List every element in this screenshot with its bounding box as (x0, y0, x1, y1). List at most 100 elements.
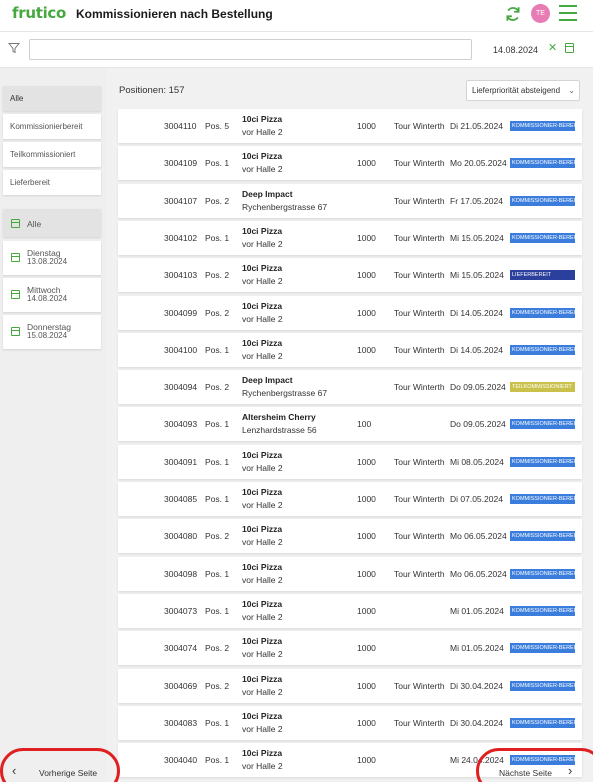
customer-name: 10ci Pizza (242, 636, 283, 647)
status-badge: KOMMISSIONIER-BEREIT (510, 717, 575, 728)
calendar-icon (11, 253, 20, 262)
customer-address: vor Halle 2 (242, 537, 283, 548)
quantity: 1000 (357, 680, 376, 691)
quantity: 1000 (357, 605, 376, 616)
sidebar-item-alle[interactable]: Alle (3, 86, 101, 111)
table-row[interactable]: 3004083 Pos. 1 10ci Pizza vor Halle 2 1000 To… (118, 705, 582, 740)
quantity: 1000 (357, 494, 376, 504)
sidebar-item-lieferbereit[interactable]: Lieferbereit (3, 170, 101, 195)
day-item-mittwoch[interactable]: Mittwoch 14.08.2024 (3, 278, 101, 312)
avatar[interactable]: TE (531, 4, 550, 23)
position-number: Pos. 1 (205, 344, 230, 355)
order-number: 3004103 (164, 270, 198, 281)
brand-logo[interactable]: frutico (12, 4, 66, 22)
filter-bar: 14.08.2024 ✕ (0, 32, 593, 68)
next-page-button[interactable]: Nächste Seite › (473, 760, 593, 782)
table-row[interactable]: 3004100 Pos. 1 10ci Pizza vor Halle 2 1000 To… (118, 332, 582, 367)
table-row[interactable]: 3004073 Pos. 1 10ci Pizza vor Halle 2 1000 Mi… (118, 593, 582, 628)
day-item-dienstag[interactable]: Dienstag 13.08.2024 (3, 241, 101, 275)
clear-date-icon[interactable]: ✕ (548, 42, 557, 54)
refresh-icon[interactable] (504, 5, 522, 23)
quantity: 1000 (357, 232, 376, 243)
position-number: Pos. 2 (205, 531, 230, 542)
delivery-date: Fr 17.05.2024 (450, 195, 503, 206)
order-number: 3004085 (164, 494, 198, 504)
tour-name: Tour Winterthur (394, 344, 445, 355)
sidebar-item-teilkommissioniert[interactable]: Teilkommissioniert (3, 142, 101, 167)
status-badge: KOMMISSIONIER-BEREIT (510, 195, 575, 206)
table-row[interactable]: 3004098 Pos. 1 10ci Pizza vor Halle 2 1000 To… (118, 556, 582, 591)
table-row[interactable]: 3004103 Pos. 2 10ci Pizza vor Halle 2 1000 To… (118, 258, 582, 293)
table-row[interactable]: 3004102 Pos. 1 10ci Pizza vor Halle 2 1000 To… (118, 220, 582, 255)
customer-name: Deep Impact (242, 188, 293, 199)
day-item-donnerstag[interactable]: Donnerstag 15.08.2024 (3, 315, 101, 349)
delivery-date: Di 14.05.2024 (450, 344, 503, 355)
hamburger-menu-icon[interactable] (559, 5, 577, 21)
tour-name: Tour Winterthur (394, 456, 445, 467)
customer-name: 10ci Pizza (242, 673, 283, 684)
customer-address: vor Halle 2 (242, 350, 283, 361)
previous-page-button[interactable]: ‹ Vorherige Seite (0, 760, 120, 782)
calendar-icon (11, 290, 20, 299)
calendar-icon[interactable] (565, 43, 574, 53)
previous-page-label: Vorherige Seite (39, 768, 98, 778)
customer-name: 10ci Pizza (242, 114, 283, 124)
delivery-date: Di 30.04.2024 (450, 680, 503, 691)
tour-name: Tour Winterthur (394, 232, 445, 243)
customer-address: vor Halle 2 (242, 276, 283, 287)
customer-address: vor Halle 2 (242, 611, 283, 622)
order-number: 3004100 (164, 344, 198, 355)
date-filter-value[interactable]: 14.08.2024 (493, 45, 538, 55)
customer-address: vor Halle 2 (242, 313, 283, 324)
day-item-alle[interactable]: Alle (3, 209, 101, 237)
quantity: 1000 (357, 531, 376, 542)
table-row[interactable]: 3004069 Pos. 2 10ci Pizza vor Halle 2 1000 To… (118, 668, 582, 703)
search-input[interactable] (29, 39, 472, 60)
table-row[interactable]: 3004099 Pos. 2 10ci Pizza vor Halle 2 1000 To… (118, 295, 582, 330)
status-badge: KOMMISSIONIER-BEREIT (510, 158, 575, 169)
customer-address: vor Halle 2 (242, 649, 283, 660)
quantity: 1000 (357, 307, 376, 318)
sidebar-item-kommissionierbereit[interactable]: Kommissionierbereit (3, 114, 101, 139)
delivery-date: Do 09.05.2024 (450, 382, 506, 393)
delivery-date: Do 09.05.2024 (450, 419, 506, 430)
sort-select[interactable]: Lieferpriorität absteigend ⌄ (466, 80, 580, 101)
position-number: Pos. 1 (205, 717, 230, 728)
table-row[interactable]: 3004085 Pos. 1 10ci Pizza vor Halle 2 1000 To… (118, 482, 582, 516)
table-row[interactable]: 3004091 Pos. 1 10ci Pizza vor Halle 2 1000 To… (118, 444, 582, 479)
delivery-date: Mi 01.05.2024 (450, 605, 504, 616)
customer-name: 10ci Pizza (242, 263, 283, 274)
table-row[interactable]: 3004074 Pos. 2 10ci Pizza vor Halle 2 1000 Mi… (118, 631, 582, 666)
order-number: 3004091 (164, 456, 198, 467)
position-number: Pos. 2 (205, 307, 230, 318)
chevron-right-icon: › (568, 763, 573, 778)
position-number: Pos. 2 (205, 643, 230, 654)
table-row[interactable]: 3004094 Pos. 2 Deep Impact Rychenbergstrass… (118, 370, 582, 405)
order-number: 3004102 (164, 232, 198, 243)
table-row[interactable]: 3004110 Pos. 5 10ci Pizza vor Halle 2 1000 To… (118, 109, 582, 143)
customer-name: 10ci Pizza (242, 449, 283, 460)
customer-name: 10ci Pizza (242, 748, 283, 759)
table-row[interactable]: 3004093 Pos. 1 Altersheim Cherry Lenzhardst… (118, 407, 582, 442)
quantity: 1000 (357, 717, 376, 728)
sort-select-value: Lieferpriorität absteigend (472, 86, 561, 95)
customer-name: Altersheim Cherry (242, 412, 316, 423)
status-badge: KOMMISSIONIER-BEREIT (510, 121, 575, 131)
customer-name: 10ci Pizza (242, 487, 283, 497)
table-row[interactable]: 3004109 Pos. 1 10ci Pizza vor Halle 2 1000 To… (118, 146, 582, 181)
delivery-date: Di 14.05.2024 (450, 307, 503, 318)
status-badge: LIEFERBEREIT (510, 270, 575, 281)
table-row[interactable]: 3004080 Pos. 2 10ci Pizza vor Halle 2 1000 To… (118, 519, 582, 554)
tour-name: Tour Winterthur (394, 195, 445, 206)
order-number: 3004099 (164, 307, 198, 318)
positions-count: Positionen: 157 (119, 85, 185, 96)
quantity: 1000 (357, 568, 376, 579)
tour-name: Tour Winterthur (394, 270, 445, 281)
filter-icon[interactable] (8, 42, 20, 54)
position-number: Pos. 1 (205, 755, 230, 766)
table-row[interactable]: 3004107 Pos. 2 Deep Impact Rychenbergstrass… (118, 183, 582, 218)
status-badge: KOMMISSIONIER-BEREIT (510, 232, 575, 243)
quantity: 1000 (357, 456, 376, 467)
order-number: 3004107 (164, 195, 198, 206)
delivery-date: Mo 20.05.2024 (450, 158, 507, 169)
